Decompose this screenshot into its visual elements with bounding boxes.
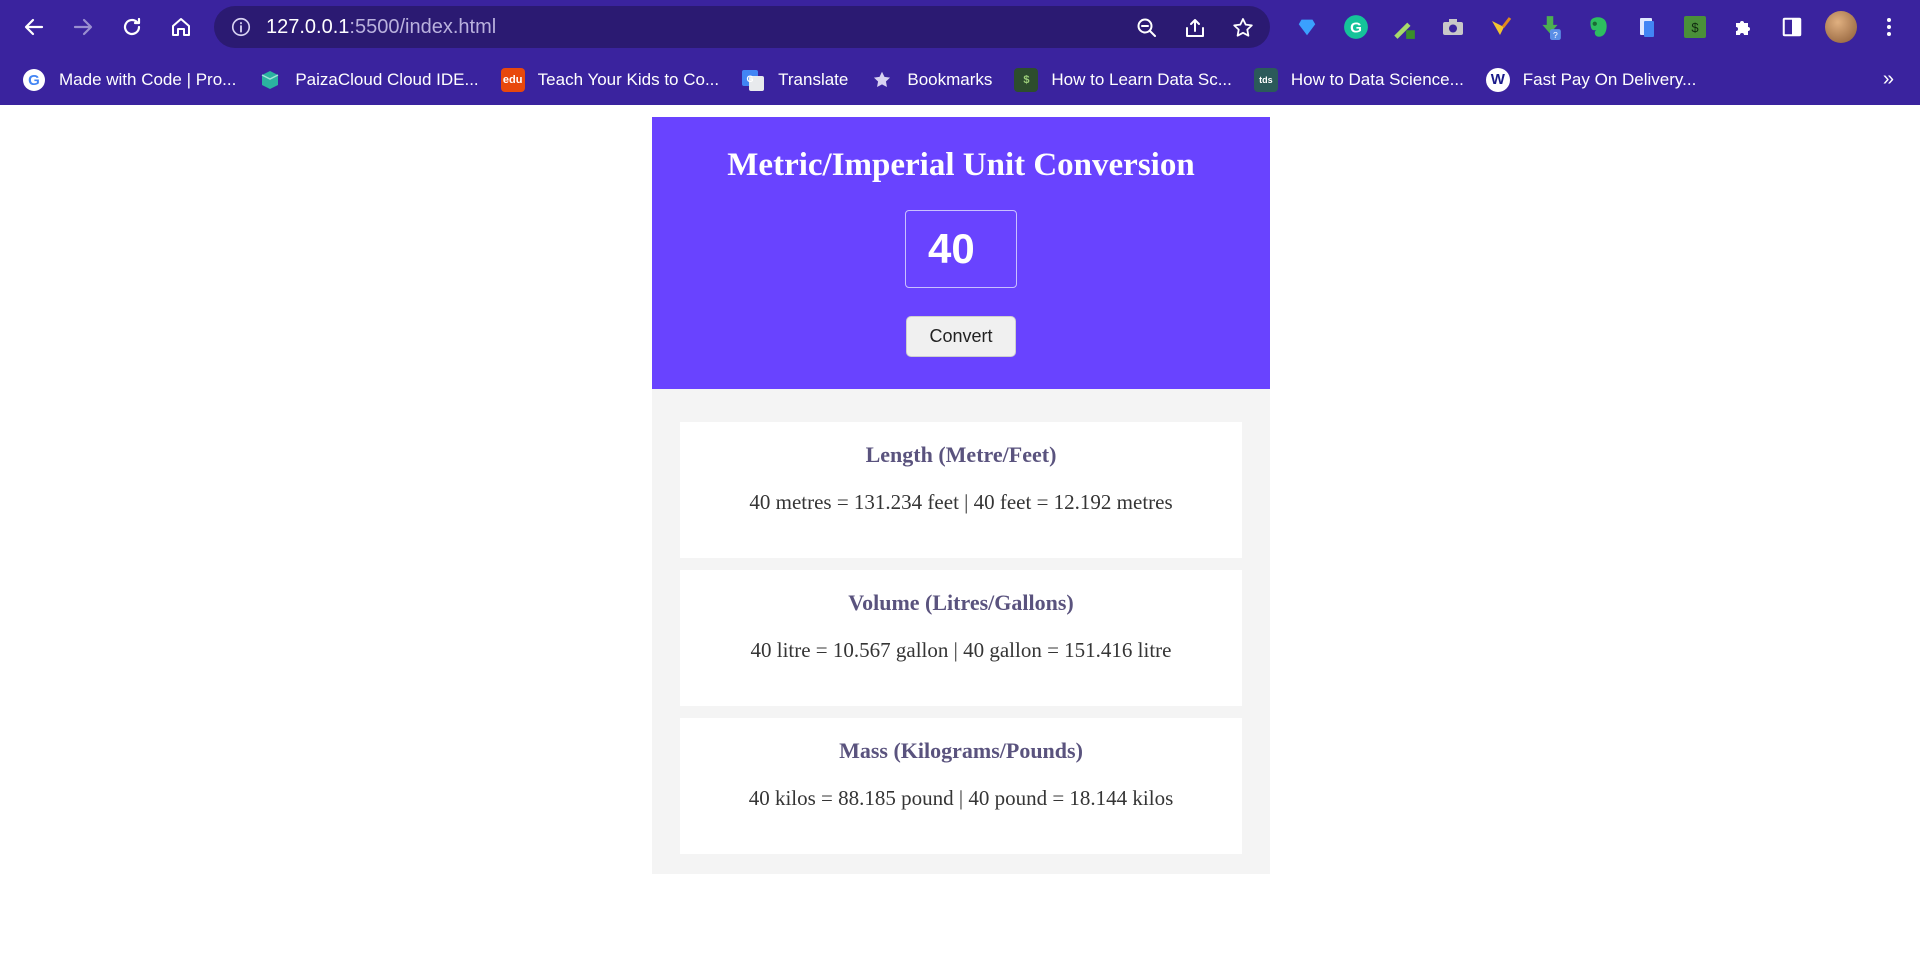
bookmark-label: Made with Code | Pro... <box>59 69 237 89</box>
side-panel-icon[interactable] <box>1775 10 1809 44</box>
length-card: Length (Metre/Feet) 40 metres = 131.234 … <box>680 422 1242 558</box>
paizacloud-icon <box>258 68 282 92</box>
forward-button[interactable] <box>63 7 103 47</box>
card-title: Length (Metre/Feet) <box>865 442 1057 467</box>
pen-extension-icon[interactable] <box>1387 10 1421 44</box>
bookmark-fast-pay[interactable]: W Fast Pay On Delivery... <box>1485 67 1697 92</box>
dollar-icon: $ <box>1014 67 1039 92</box>
zoom-icon[interactable] <box>1134 15 1160 41</box>
reload-button[interactable] <box>112 7 152 47</box>
number-input[interactable] <box>905 210 1017 288</box>
home-button[interactable] <box>161 7 201 47</box>
bookmark-label: How to Data Science... <box>1290 69 1464 89</box>
bookmark-label: Fast Pay On Delivery... <box>1522 69 1697 89</box>
reload-icon <box>123 17 141 36</box>
translate-icon: G <box>741 68 765 92</box>
card-title: Mass (Kilograms/Pounds) <box>839 738 1083 763</box>
bookmark-paizacloud[interactable]: PaizaCloud Cloud IDE... <box>258 68 479 92</box>
bookmark-bookmarks[interactable]: Bookmarks <box>870 68 992 92</box>
convert-button[interactable]: Convert <box>906 316 1016 357</box>
address-bar[interactable]: 127.0.0.1:5500/index.html <box>214 6 1270 48</box>
extensions-bar: G ? $ <box>1290 10 1920 44</box>
menu-kebab-icon[interactable] <box>1872 10 1906 44</box>
volume-card: Volume (Litres/Gallons) 40 litre = 10.56… <box>680 570 1242 706</box>
svg-text:?: ? <box>1553 30 1558 40</box>
puzzle-icon[interactable] <box>1727 10 1761 44</box>
bookmark-translate[interactable]: G Translate <box>741 68 848 92</box>
svg-text:G: G <box>28 72 40 89</box>
grammarly-icon[interactable]: G <box>1339 10 1373 44</box>
bookmark-star-icon[interactable] <box>1230 15 1256 41</box>
w-icon: W <box>1485 67 1510 92</box>
bookmark-teach-kids[interactable]: edu Teach Your Kids to Co... <box>500 67 720 92</box>
dollar-extension-icon[interactable]: $ <box>1678 10 1712 44</box>
card-title: Volume (Litres/Gallons) <box>848 590 1074 615</box>
browser-toolbar: 127.0.0.1:5500/index.html G ? $ <box>0 0 1920 54</box>
evernote-icon[interactable] <box>1581 10 1615 44</box>
svg-text:G: G <box>747 74 754 84</box>
bookmarks-bar: G Made with Code | Pro... PaizaCloud Clo… <box>0 54 1920 105</box>
arrow-right-icon <box>73 18 93 36</box>
unit-converter-app: Metric/Imperial Unit Conversion Convert … <box>652 117 1270 874</box>
url-path: :5500/index.html <box>349 15 497 38</box>
site-info-icon[interactable] <box>230 16 252 38</box>
svg-text:$: $ <box>1691 20 1699 35</box>
results-panel: Length (Metre/Feet) 40 metres = 131.234 … <box>652 389 1270 874</box>
docs-extension-icon[interactable] <box>1630 10 1664 44</box>
svg-text:G: G <box>1350 19 1362 36</box>
card-result: 40 kilos = 88.185 pound | 40 pound = 18.… <box>748 786 1174 810</box>
bookmark-made-with-code[interactable]: G Made with Code | Pro... <box>22 68 236 92</box>
home-icon <box>172 18 190 36</box>
more-bookmarks-button[interactable]: » <box>1883 68 1894 91</box>
bookmark-label: Bookmarks <box>907 69 993 89</box>
page-title: Metric/Imperial Unit Conversion <box>727 147 1195 183</box>
arrow-left-icon <box>24 18 44 36</box>
url-host: 127.0.0.1 <box>266 15 350 38</box>
converter-header: Metric/Imperial Unit Conversion Convert <box>652 117 1270 389</box>
download-extension-icon[interactable]: ? <box>1533 10 1567 44</box>
broom-icon[interactable] <box>1484 10 1518 44</box>
tds-icon: tds <box>1253 67 1278 92</box>
bookmark-label: PaizaCloud Cloud IDE... <box>295 69 479 89</box>
google-icon: G <box>22 68 46 92</box>
bookmark-label: How to Learn Data Sc... <box>1051 69 1232 89</box>
edu-icon: edu <box>500 67 525 92</box>
card-result: 40 metres = 131.234 feet | 40 feet = 12.… <box>749 490 1173 514</box>
bookmark-label: Teach Your Kids to Co... <box>537 69 720 89</box>
bookmark-label: Translate <box>778 69 849 89</box>
url-text: 127.0.0.1:5500/index.html <box>266 16 496 39</box>
profile-avatar[interactable] <box>1824 10 1858 44</box>
star-icon <box>870 68 894 92</box>
gem-extension-icon[interactable] <box>1290 10 1324 44</box>
bookmark-data-science[interactable]: tds How to Data Science... <box>1253 67 1464 92</box>
bookmark-learn-data-science[interactable]: $ How to Learn Data Sc... <box>1014 67 1232 92</box>
share-icon[interactable] <box>1182 15 1208 41</box>
back-button[interactable] <box>14 7 54 47</box>
mass-card: Mass (Kilograms/Pounds) 40 kilos = 88.18… <box>680 718 1242 854</box>
card-result: 40 litre = 10.567 gallon | 40 gallon = 1… <box>750 638 1172 662</box>
camera-icon[interactable] <box>1436 10 1470 44</box>
